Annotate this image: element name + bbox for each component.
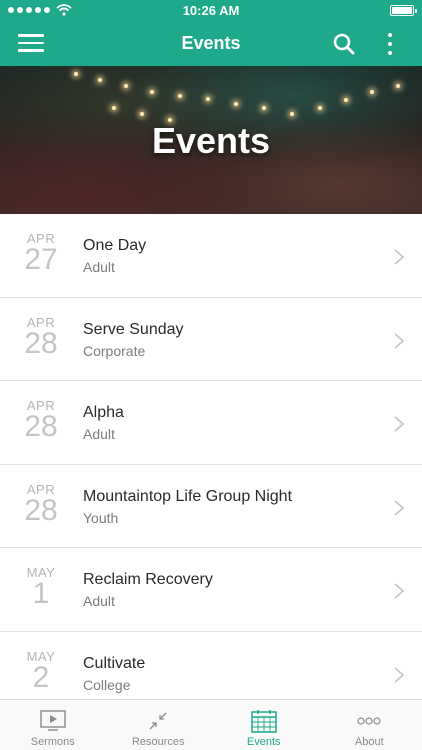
event-title: Cultivate	[83, 654, 146, 672]
event-date: MAY 2	[16, 649, 66, 694]
event-date: APR 28	[16, 398, 66, 444]
arrows-icon	[149, 712, 167, 730]
event-category: Adult	[83, 259, 115, 275]
search-button[interactable]	[332, 32, 356, 56]
page-title: Events	[181, 33, 241, 53]
calendar-icon	[251, 710, 277, 733]
event-date: MAY 1	[16, 565, 66, 611]
tab-bar: Sermons Resources Events About	[0, 699, 422, 750]
event-day: 27	[24, 243, 58, 276]
event-title: Reclaim Recovery	[83, 571, 213, 589]
tab-sermons[interactable]: Sermons	[0, 700, 106, 750]
hero-banner: Events	[0, 66, 422, 214]
event-category: College	[83, 676, 131, 693]
event-day: 28	[24, 410, 58, 444]
status-bar: 10:26 AM	[0, 0, 422, 22]
event-list: APR 27 One Day Adult APR 28 Serve Sunday…	[0, 214, 422, 699]
event-category: Adult	[83, 593, 115, 610]
tab-label: Sermons	[30, 736, 75, 748]
tab-label: Resources	[131, 736, 185, 748]
tab-events[interactable]: Events	[211, 700, 317, 750]
battery-icon	[390, 5, 417, 16]
more-options-button[interactable]	[380, 32, 400, 56]
status-time: 10:26 AM	[182, 3, 240, 18]
event-row[interactable]: APR 28 Serve Sunday Corporate	[0, 297, 422, 382]
event-date: APR 28	[16, 482, 66, 527]
event-title: Alpha	[83, 404, 124, 422]
chevron-right-icon	[394, 249, 405, 265]
event-row[interactable]: APR 28 Mountaintop Life Group Night Yout…	[0, 464, 422, 549]
event-title: Mountaintop Life Group Night	[83, 487, 293, 505]
event-row[interactable]: MAY 1 Reclaim Recovery Adult	[0, 548, 422, 632]
event-day: 2	[32, 660, 50, 694]
event-day: 28	[24, 493, 58, 527]
event-date: APR 27	[16, 231, 66, 276]
chevron-right-icon	[394, 583, 405, 600]
dot-icon	[388, 51, 392, 55]
event-date: APR 28	[16, 315, 66, 360]
event-category: Corporate	[83, 342, 146, 359]
event-row[interactable]: APR 28 Alpha Adult	[0, 381, 422, 465]
chevron-right-icon	[394, 332, 405, 349]
ellipsis-icon	[357, 717, 381, 725]
tab-label: About	[354, 736, 384, 748]
chevron-right-icon	[394, 500, 405, 516]
hero-title: Events	[151, 120, 271, 161]
chevron-right-icon	[394, 667, 405, 683]
event-category: Adult	[83, 426, 115, 443]
event-row[interactable]: MAY 2 Cultivate College	[0, 631, 422, 699]
tab-about[interactable]: About	[317, 700, 422, 750]
video-play-icon	[40, 710, 66, 731]
event-category: Youth	[83, 509, 119, 526]
navigation-bar: Events	[0, 22, 422, 66]
search-icon	[333, 33, 355, 55]
event-row[interactable]: APR 27 One Day Adult	[0, 214, 422, 298]
tab-label: Events	[246, 736, 281, 748]
event-day: 28	[24, 326, 58, 360]
dot-icon	[388, 33, 392, 37]
event-title: One Day	[83, 237, 147, 254]
tab-resources[interactable]: Resources	[106, 700, 212, 750]
event-day: 1	[32, 577, 50, 611]
chevron-right-icon	[394, 416, 405, 432]
event-title: Serve Sunday	[83, 320, 184, 338]
dot-icon	[388, 42, 392, 46]
